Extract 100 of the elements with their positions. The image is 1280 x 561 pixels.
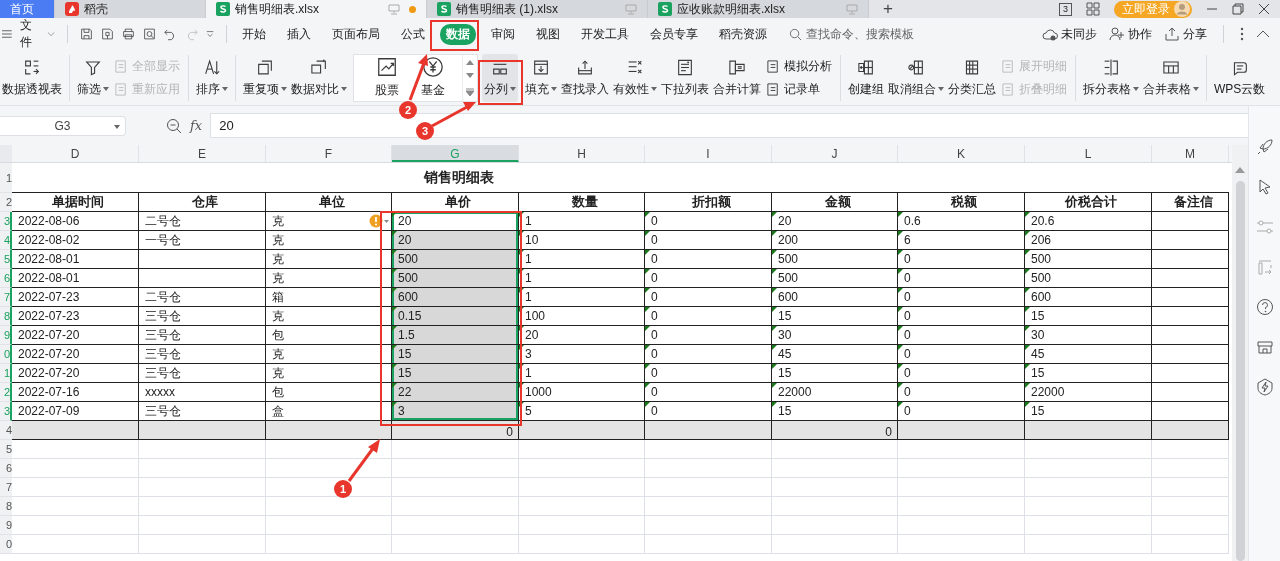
- scroll-up-icon[interactable]: [466, 58, 474, 65]
- name-box[interactable]: G3: [0, 115, 126, 136]
- ribbon-button[interactable]: 取消组合: [886, 53, 946, 102]
- customize-icon[interactable]: [206, 29, 215, 39]
- row-number[interactable]: 6: [0, 459, 12, 478]
- table-cell: xxxxx: [145, 385, 175, 399]
- table-cell: 克: [272, 364, 284, 382]
- row-number[interactable]: 1: [0, 163, 12, 193]
- table-cell: 0: [904, 404, 911, 418]
- gallery-item[interactable]: 基金: [410, 55, 456, 100]
- column-header[interactable]: L: [1025, 145, 1152, 162]
- ribbon-button[interactable]: 排序: [194, 53, 230, 102]
- row-number[interactable]: 7: [0, 478, 12, 497]
- ribbon-button[interactable]: 查找录入: [559, 53, 611, 102]
- column-header[interactable]: E: [139, 145, 266, 162]
- function-button[interactable]: fx: [190, 118, 203, 133]
- export-icon[interactable]: [101, 26, 115, 42]
- ribbon-tab[interactable]: 稻壳资源: [708, 25, 777, 43]
- ribbon-tab[interactable]: 插入: [276, 25, 321, 43]
- ribbon-button[interactable]: 有效性: [611, 53, 659, 102]
- step-marker: 3: [416, 122, 434, 140]
- table-cell: 15: [1031, 404, 1045, 418]
- warning-icon[interactable]: [369, 214, 389, 228]
- table-cell: 500: [398, 252, 419, 266]
- new-tab-button[interactable]: +: [869, 0, 907, 18]
- restore-icon[interactable]: [1232, 3, 1244, 15]
- row-number[interactable]: 0: [0, 535, 12, 554]
- column-header[interactable]: M: [1152, 145, 1229, 162]
- document-tab[interactable]: 应收账款明细表.xlsx: [648, 0, 869, 18]
- ribbon-button[interactable]: 填充: [523, 53, 559, 102]
- help-icon[interactable]: [1255, 298, 1274, 316]
- table-cell: 10: [525, 233, 539, 247]
- search-icon: [789, 27, 802, 41]
- ribbon-tab[interactable]: 审阅: [480, 25, 525, 43]
- print-icon[interactable]: [122, 26, 136, 42]
- layout-count-button[interactable]: 3: [1059, 2, 1072, 16]
- column-header[interactable]: D: [12, 145, 139, 162]
- ribbon-button[interactable]: 重复项: [241, 53, 289, 102]
- table-cell: 1.5: [398, 328, 415, 342]
- store-icon[interactable]: [1255, 338, 1274, 356]
- lightning-shield-icon[interactable]: [1255, 378, 1274, 396]
- column-header[interactable]: K: [898, 145, 1025, 162]
- column-header[interactable]: J: [772, 145, 898, 162]
- document-tab[interactable]: 首页: [0, 0, 55, 18]
- toolbar-action[interactable]: 协作: [1109, 25, 1152, 43]
- save-icon[interactable]: [80, 26, 94, 42]
- row-number[interactable]: 5: [0, 440, 12, 459]
- ribbon-tab[interactable]: 视图: [525, 25, 570, 43]
- ribbon-tab[interactable]: 开发工具: [570, 25, 639, 43]
- row-number[interactable]: 8: [0, 497, 12, 516]
- table-cell: 500: [778, 271, 799, 285]
- sliders-icon[interactable]: [1255, 218, 1274, 236]
- zoom-icon[interactable]: [166, 117, 182, 134]
- line-chart-icon: [376, 56, 398, 78]
- scroll-up-icon[interactable]: [1235, 167, 1245, 173]
- expand-gallery-icon[interactable]: [466, 88, 474, 97]
- gallery-item[interactable]: 股票: [364, 55, 410, 100]
- more-icon[interactable]: [1240, 27, 1244, 41]
- print-preview-icon[interactable]: [143, 26, 157, 42]
- ribbon-button[interactable]: 分类汇总: [946, 53, 998, 102]
- ribbon-button[interactable]: 合并计算: [711, 53, 763, 102]
- toolbar-action[interactable]: 未同步: [1042, 25, 1097, 43]
- close-icon[interactable]: [1258, 3, 1270, 15]
- row-number[interactable]: 2: [0, 193, 12, 212]
- ribbon-button[interactable]: 筛选: [75, 53, 111, 102]
- apps-grid-icon[interactable]: [1086, 2, 1100, 16]
- ribbon-tab[interactable]: 公式: [390, 25, 435, 43]
- column-header[interactable]: I: [645, 145, 772, 162]
- ribbon-button[interactable]: 模拟分析: [763, 57, 835, 75]
- toolbar-action[interactable]: 分享: [1164, 25, 1207, 43]
- command-search[interactable]: 查找命令、搜索模板: [789, 25, 914, 43]
- document-tab[interactable]: 销售明细表.xlsx: [206, 0, 427, 18]
- ribbon-button[interactable]: 数据对比: [289, 53, 349, 102]
- document-tab[interactable]: 销售明细表 (1).xlsx: [427, 0, 648, 18]
- ribbon-button[interactable]: 记录单: [763, 80, 835, 98]
- ribbon-tab[interactable]: 开始: [231, 25, 276, 43]
- ribbon-button[interactable]: 合并表格: [1141, 53, 1201, 102]
- ribbon-tab[interactable]: 页面布局: [321, 25, 390, 43]
- collapse-ribbon-icon[interactable]: [1256, 29, 1270, 39]
- ribbon-button[interactable]: 分列: [482, 53, 518, 102]
- ribbon-button[interactable]: 数据透视表: [0, 53, 64, 102]
- ribbon-button[interactable]: WPS云数: [1212, 53, 1268, 102]
- column-header[interactable]: H: [519, 145, 645, 162]
- ribbon-tab[interactable]: 会员专享: [639, 25, 708, 43]
- vertical-scrollbar[interactable]: [1232, 145, 1248, 561]
- row-number[interactable]: 9: [0, 516, 12, 535]
- menu-icon[interactable]: [2, 28, 12, 40]
- scroll-down-icon[interactable]: [466, 73, 474, 80]
- table-cell: 1: [525, 366, 532, 380]
- row-number[interactable]: 4: [0, 421, 12, 440]
- ribbon-button[interactable]: 下拉列表: [659, 53, 711, 102]
- table-cell: 克: [272, 231, 284, 249]
- ribbon-button[interactable]: 创建组: [846, 53, 886, 102]
- document-tab[interactable]: 稻壳: [55, 0, 206, 18]
- callout-arrow: [347, 439, 380, 482]
- rocket-icon[interactable]: [1255, 138, 1274, 156]
- ribbon-button[interactable]: 拆分表格: [1081, 53, 1141, 102]
- file-menu[interactable]: 文件: [19, 17, 40, 51]
- table-cell: 0: [904, 252, 911, 266]
- table-cell: 2022-07-09: [18, 404, 80, 418]
